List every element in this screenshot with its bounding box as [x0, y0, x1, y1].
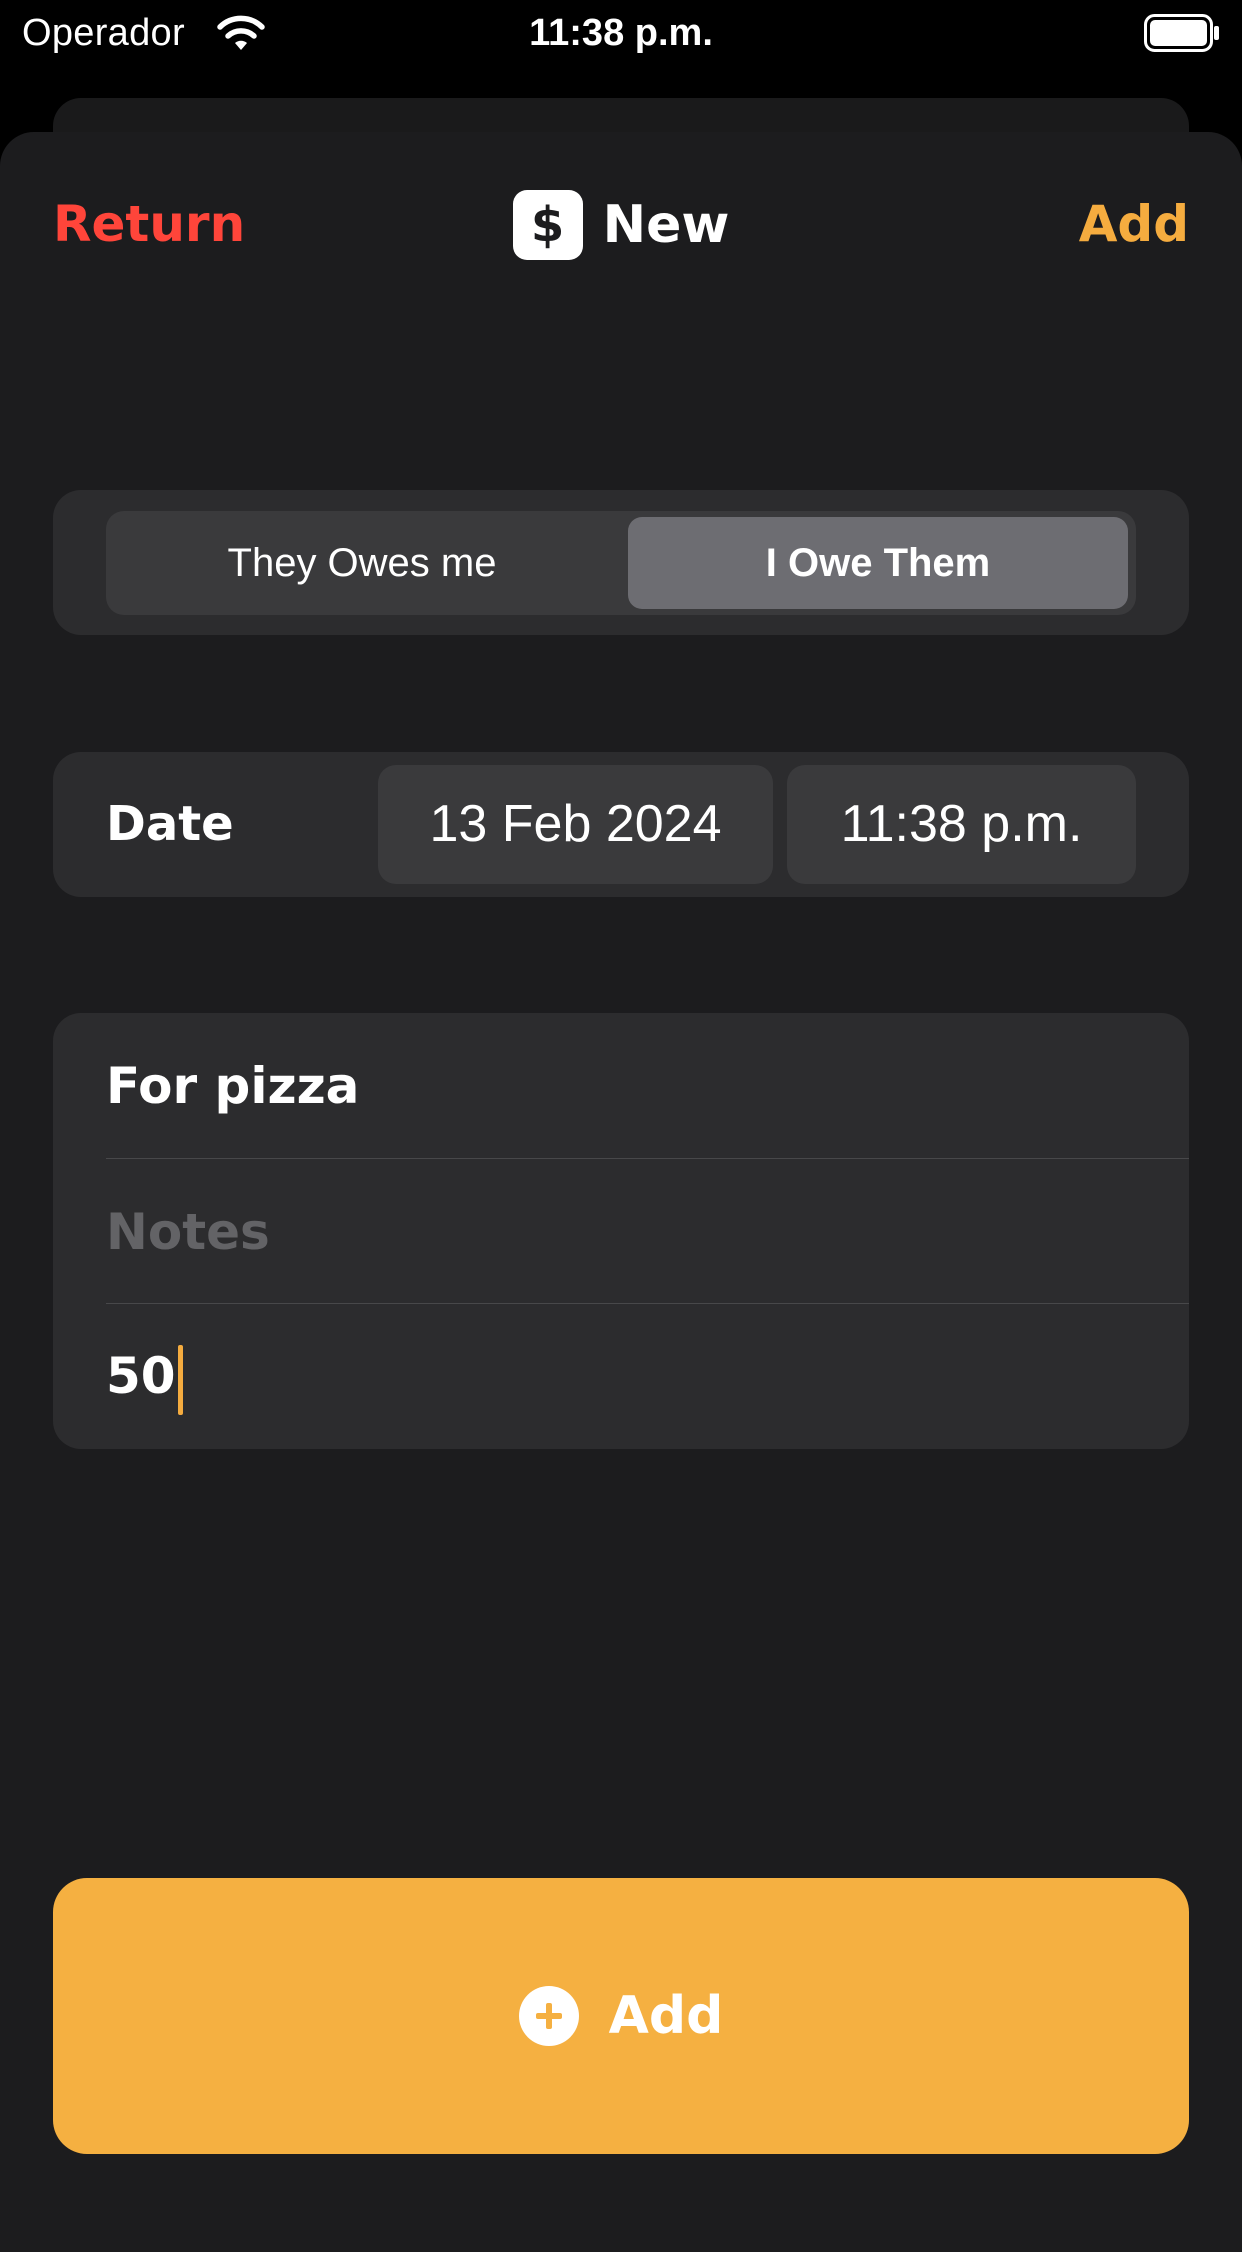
- amount-field[interactable]: 50: [106, 1304, 183, 1449]
- date-section: Date 13 Feb 2024 11:38 p.m.: [53, 752, 1189, 897]
- nav-title: $ New: [0, 190, 1242, 260]
- direction-section: They Owes me I Owe Them: [53, 490, 1189, 635]
- details-section: 50: [53, 1013, 1189, 1449]
- status-time: 11:38 p.m.: [529, 12, 713, 54]
- title-row: [106, 1013, 1189, 1158]
- page-title: New: [602, 195, 730, 255]
- time-picker[interactable]: 11:38 p.m.: [787, 765, 1136, 884]
- date-picker[interactable]: 13 Feb 2024: [378, 765, 773, 884]
- status-bar: Operador 11:38 p.m.: [0, 0, 1242, 70]
- segment-they-owe-me[interactable]: They Owes me: [112, 517, 612, 609]
- date-label: Date: [106, 796, 234, 852]
- direction-segmented-control: They Owes me I Owe Them: [106, 511, 1136, 615]
- amount-row[interactable]: 50: [106, 1303, 1189, 1449]
- title-field[interactable]: [106, 1013, 1106, 1158]
- plus-circle-icon: [518, 1986, 579, 2046]
- nav-add-button[interactable]: Add: [1079, 192, 1189, 256]
- battery-icon: [1144, 14, 1219, 52]
- dollar-icon: $: [512, 190, 583, 260]
- notes-row: [106, 1158, 1189, 1304]
- segment-i-owe-them[interactable]: I Owe Them: [628, 517, 1128, 609]
- notes-field[interactable]: [106, 1159, 1106, 1304]
- add-button[interactable]: Add: [53, 1878, 1189, 2154]
- amount-value: 50: [106, 1347, 176, 1405]
- text-caret: [177, 1344, 183, 1415]
- add-button-label: Add: [608, 1986, 724, 2046]
